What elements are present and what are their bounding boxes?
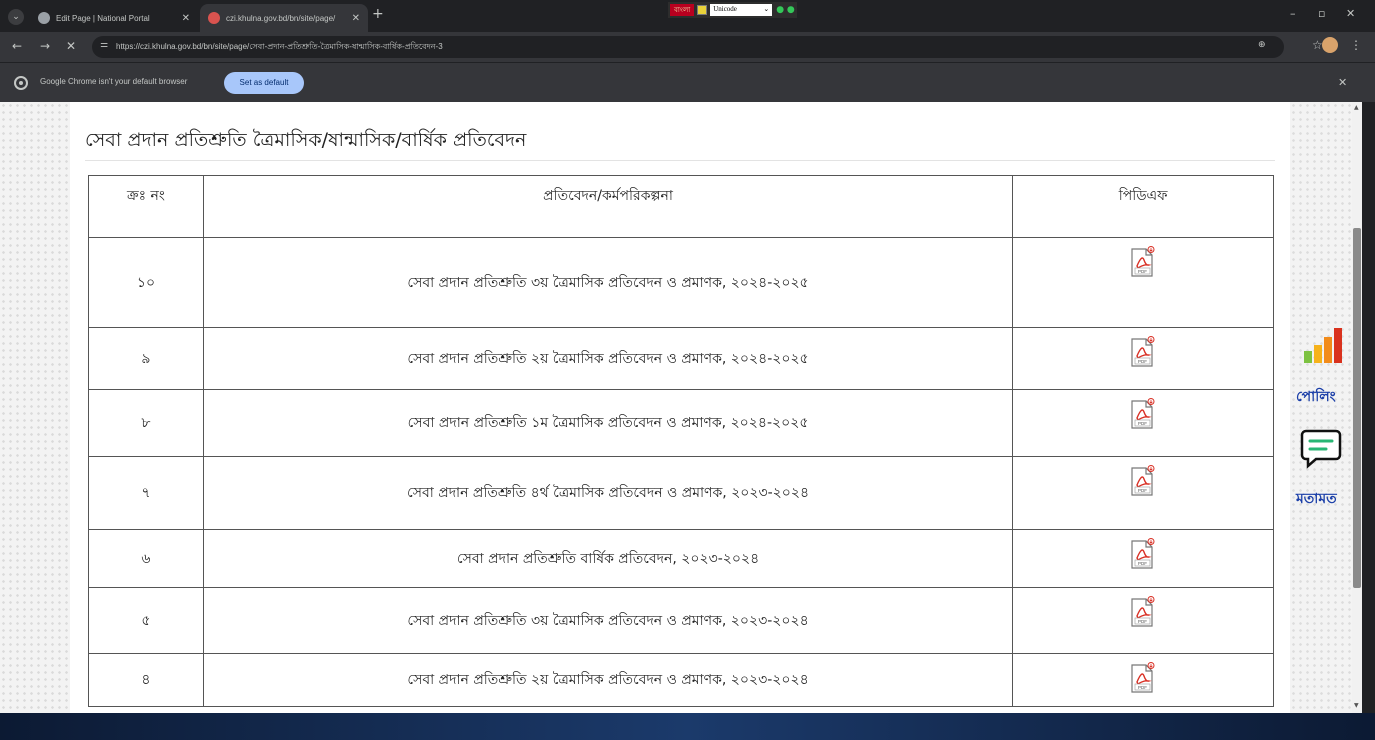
infobar-close-button[interactable]: ✕ <box>1338 76 1347 89</box>
tab-strip: ⌄ Edit Page | National Portal ✕ czi.khul… <box>0 0 1375 32</box>
pdf-icon-label: PDF <box>1138 685 1147 690</box>
header-serial: ক্রঃ নং <box>88 175 204 238</box>
pdf-icon-label: PDF <box>1138 269 1147 274</box>
pdf-icon-label: PDF <box>1138 619 1147 624</box>
tab-close-button[interactable]: ✕ <box>182 13 190 24</box>
pdf-download-icon[interactable]: PDF <box>1130 398 1156 430</box>
title-divider <box>85 160 1275 161</box>
tab-search-button[interactable]: ⌄ <box>8 9 24 25</box>
report-title-cell: সেবা প্রদান প্রতিশ্রুতি ৪র্থ ত্রৈমাসিক প… <box>202 456 1014 530</box>
page-viewport: সেবা প্রদান প্রতিশ্রুতি ত্রৈমাসিক/ষান্মা… <box>0 102 1352 713</box>
tab-title: Edit Page | National Portal <box>56 13 150 23</box>
tab-edit-page[interactable]: Edit Page | National Portal ✕ <box>30 4 198 32</box>
serial-cell: ৬ <box>88 529 204 588</box>
pdf-download-icon[interactable]: PDF <box>1130 596 1156 628</box>
pdf-cell: PDF <box>1012 237 1274 328</box>
chevron-down-icon: ⌄ <box>763 5 770 13</box>
infobar-message: Google Chrome isn't your default browser <box>40 77 188 86</box>
os-taskbar <box>0 713 1375 740</box>
feedback-chat-icon[interactable] <box>1300 427 1342 469</box>
pdf-icon-label: PDF <box>1138 561 1147 566</box>
window-edge <box>1362 102 1375 713</box>
table-row: ১০ সেবা প্রদান প্রতিশ্রুতি ৩য় ত্রৈমাসিক … <box>88 237 1274 328</box>
serial-cell: ১০ <box>88 237 204 328</box>
pdf-cell: PDF <box>1012 529 1274 588</box>
table-row: ৭ সেবা প্রদান প্রতিশ্রুতি ৪র্থ ত্রৈমাসিক … <box>88 456 1274 530</box>
close-window-button[interactable]: ✕ <box>1346 7 1355 20</box>
table-header-row: ক্রঃ নং প্রতিবেদন/কর্মপরিকল্পনা পিডিএফ <box>88 175 1274 238</box>
main-content: সেবা প্রদান প্রতিশ্রুতি ত্রৈমাসিক/ষান্মা… <box>70 102 1290 713</box>
pdf-download-icon[interactable]: PDF <box>1130 662 1156 694</box>
report-title-cell: সেবা প্রদান প্রতিশ্রুতি বার্ষিক প্রতিবেদ… <box>202 529 1014 588</box>
report-title-cell: সেবা প্রদান প্রতিশ্রুতি ৩য় ত্রৈমাসিক প্… <box>202 237 1014 328</box>
pdf-cell: PDF <box>1012 389 1274 457</box>
report-title-cell: সেবা প্রদান প্রতিশ্রুতি ৩য় ত্রৈমাসিক প্… <box>202 587 1014 654</box>
site-info-icon[interactable]: ⚌ <box>100 40 108 50</box>
pdf-icon-label: PDF <box>1138 488 1147 493</box>
pdf-download-icon[interactable]: PDF <box>1130 538 1156 570</box>
pdf-icon-label: PDF <box>1138 421 1147 426</box>
ime-status-icon: ● ● <box>776 5 795 15</box>
report-title-cell: সেবা প্রদান প্রতিশ্রুতি ১ম ত্রৈমাসিক প্র… <box>202 389 1014 457</box>
zoom-icon[interactable]: ⊕ <box>1258 40 1266 50</box>
pdf-download-icon[interactable]: PDF <box>1130 246 1156 278</box>
tab-close-button[interactable]: ✕ <box>352 13 360 24</box>
serial-cell: ৮ <box>88 389 204 457</box>
report-title-cell: সেবা প্রদান প্রতিশ্রুতি ২য় ত্রৈমাসিক প্… <box>202 327 1014 390</box>
ime-method-select[interactable]: Unicode ⌄ <box>710 4 773 16</box>
back-button[interactable]: ← <box>12 39 22 53</box>
tab-czi-khulna[interactable]: czi.khulna.gov.bd/bn/site/page/ ✕ <box>200 4 368 32</box>
minimize-button[interactable]: – <box>1290 7 1296 20</box>
poll-link[interactable]: পোলিং <box>1296 385 1336 409</box>
serial-cell: ৭ <box>88 456 204 530</box>
site-favicon-icon <box>208 12 220 24</box>
pdf-cell: PDF <box>1012 587 1274 654</box>
page-scrollbar[interactable]: ▲ ▼ <box>1352 102 1362 713</box>
scrollbar-thumb[interactable] <box>1353 228 1361 588</box>
browser-toolbar: ← → ✕ ⚌ https://czi.khulna.gov.bd/bn/sit… <box>0 32 1375 62</box>
serial-cell: ৪ <box>88 653 204 707</box>
header-report: প্রতিবেদন/কর্মপরিকল্পনা <box>202 175 1014 238</box>
serial-cell: ৯ <box>88 327 204 390</box>
tab-title: czi.khulna.gov.bd/bn/site/page/ <box>226 13 336 23</box>
new-tab-button[interactable]: + <box>372 6 384 22</box>
ime-toolbar[interactable]: বাংলা Unicode ⌄ ● ● <box>668 2 797 18</box>
address-bar[interactable]: ⚌ https://czi.khulna.gov.bd/bn/site/page… <box>92 36 1284 58</box>
decorative-border-left <box>0 102 70 713</box>
poll-bar-chart-icon[interactable] <box>1302 327 1346 365</box>
table-row: ৬ সেবা প্রদান প্রতিশ্রুতি বার্ষিক প্রতিবে… <box>88 529 1274 588</box>
forward-button[interactable]: → <box>40 39 50 53</box>
pdf-cell: PDF <box>1012 653 1274 707</box>
feedback-link[interactable]: মতামত <box>1296 487 1337 511</box>
ime-method-value: Unicode <box>713 5 737 13</box>
ime-language-badge[interactable]: বাংলা <box>670 4 695 16</box>
table-row: ৫ সেবা প্রদান প্রতিশ্রুতি ৩য় ত্রৈমাসিক প… <box>88 587 1274 654</box>
stop-button[interactable]: ✕ <box>66 39 76 53</box>
pdf-download-icon[interactable]: PDF <box>1130 336 1156 368</box>
default-browser-infobar: Google Chrome isn't your default browser… <box>0 62 1375 102</box>
ime-square-icon <box>697 5 708 15</box>
pdf-icon-label: PDF <box>1138 359 1147 364</box>
scroll-down-arrow-icon[interactable]: ▼ <box>1354 702 1359 709</box>
pdf-cell: PDF <box>1012 327 1274 390</box>
globe-icon <box>38 12 50 24</box>
header-pdf: পিডিএফ <box>1012 175 1274 238</box>
menu-kebab-icon[interactable]: ⋮ <box>1350 38 1362 52</box>
chrome-icon <box>14 76 28 90</box>
pdf-download-icon[interactable]: PDF <box>1130 465 1156 497</box>
report-title-cell: সেবা প্রদান প্রতিশ্রুতি ২য় ত্রৈমাসিক প্… <box>202 653 1014 707</box>
set-default-button[interactable]: Set as default <box>224 72 304 94</box>
url-text[interactable]: https://czi.khulna.gov.bd/bn/site/page/স… <box>116 41 443 54</box>
table-row: ৪ সেবা প্রদান প্রতিশ্রুতি ২য় ত্রৈমাসিক প… <box>88 653 1274 707</box>
page-title: সেবা প্রদান প্রতিশ্রুতি ত্রৈমাসিক/ষান্মা… <box>85 129 527 151</box>
scroll-up-arrow-icon[interactable]: ▲ <box>1354 104 1359 111</box>
table-row: ৯ সেবা প্রদান প্রতিশ্রুতি ২য় ত্রৈমাসিক প… <box>88 327 1274 390</box>
pdf-cell: PDF <box>1012 456 1274 530</box>
table-row: ৮ সেবা প্রদান প্রতিশ্রুতি ১ম ত্রৈমাসিক প্… <box>88 389 1274 457</box>
serial-cell: ৫ <box>88 587 204 654</box>
reports-table: ক্রঃ নং প্রতিবেদন/কর্মপরিকল্পনা পিডিএফ ১… <box>88 175 1274 707</box>
profile-avatar[interactable] <box>1322 37 1338 53</box>
maximize-button[interactable]: ▫ <box>1318 7 1325 20</box>
